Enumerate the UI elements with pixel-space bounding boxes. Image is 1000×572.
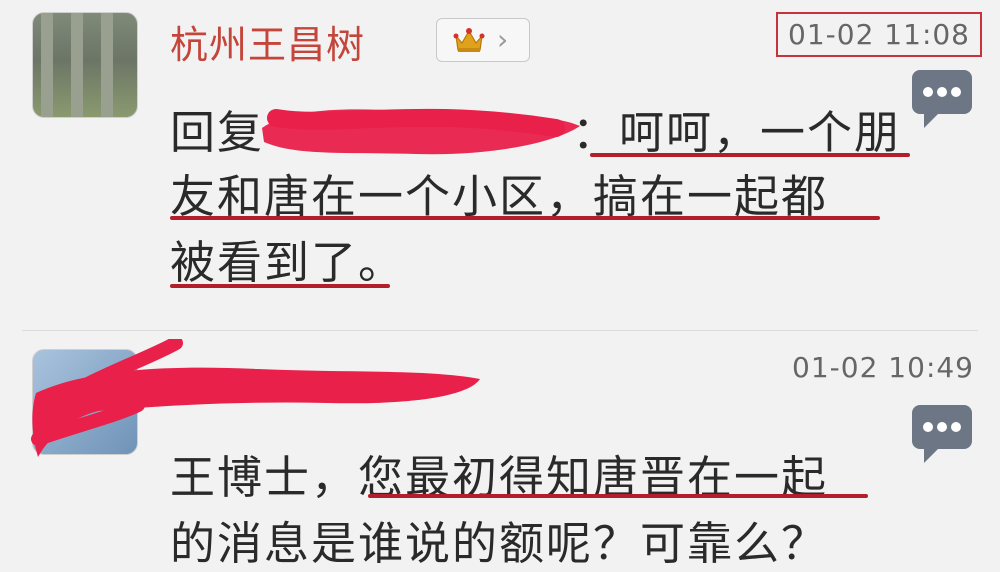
annotation-underline — [170, 216, 880, 220]
comment-text-line: 回复 — [170, 106, 265, 159]
vip-badge[interactable]: › — [436, 18, 530, 62]
redaction-scribble — [262, 108, 580, 155]
speech-bubble-more-icon[interactable] — [910, 403, 974, 465]
annotation-underline — [590, 153, 910, 157]
speech-bubble-more-icon[interactable] — [910, 68, 974, 130]
timestamp: 01-02 11:08 — [776, 12, 982, 57]
comment-text-line: 的消息是谁说的额呢？可靠么？ — [170, 517, 829, 570]
comment-item: 01-02 10:49 王博士，您最初得知唐晋在一起 的消息是谁说的额呢？可靠么… — [0, 331, 1000, 570]
chevron-right-icon: › — [497, 23, 509, 56]
timestamp: 01-02 10:49 — [792, 351, 974, 384]
annotation-underline — [368, 494, 868, 498]
comment-item: 杭州王昌树 › 01-02 11:08 回复 ：呵呵，一个朋 友和唐在一个小区，… — [0, 0, 1000, 330]
comment-text-line: 被看到了。 — [170, 236, 406, 289]
username[interactable]: 杭州王昌树 — [170, 14, 365, 69]
crown-icon — [453, 28, 485, 52]
avatar[interactable] — [32, 12, 138, 118]
annotation-underline — [170, 284, 390, 288]
comment-text-line: ：呵呵，一个朋 — [572, 106, 902, 159]
